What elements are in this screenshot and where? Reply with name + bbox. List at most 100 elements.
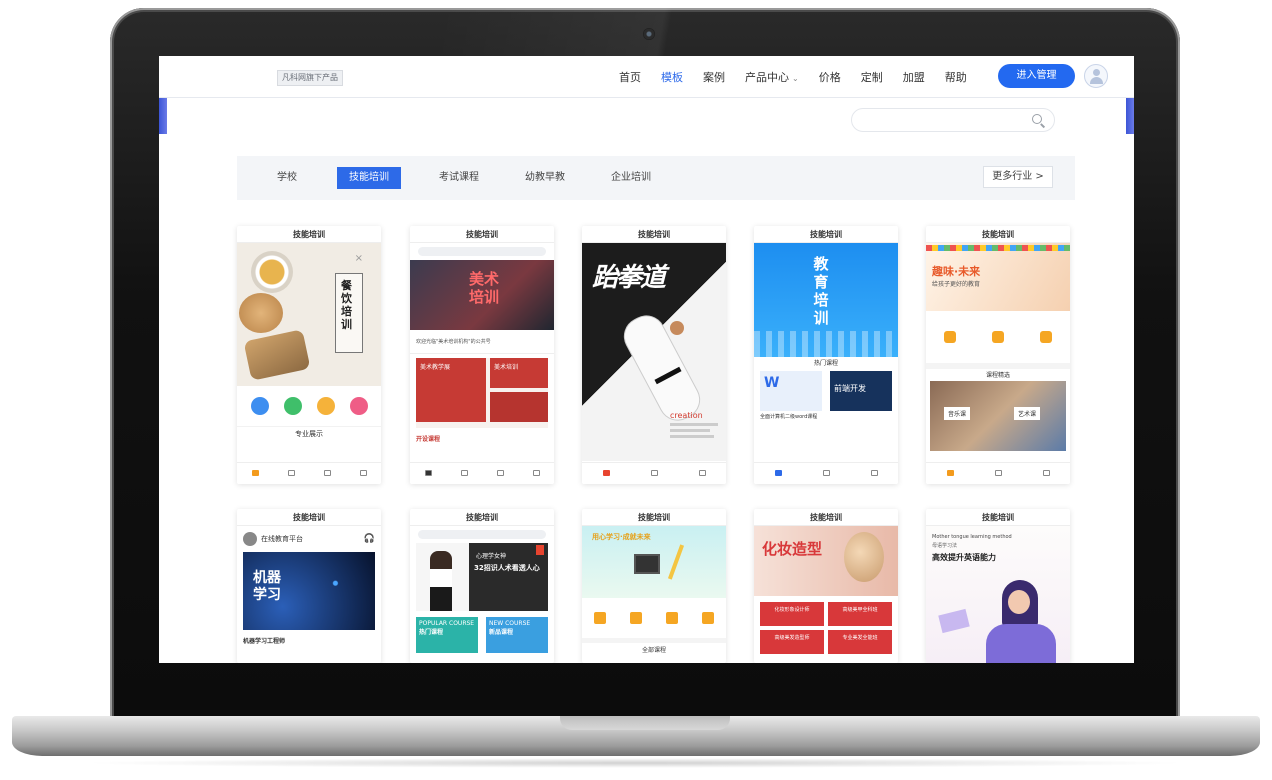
card-section-label: 专业展示 [237,426,381,440]
nav-custom[interactable]: 定制 [861,69,883,85]
card-preview-image: 餐饮培训 × [237,243,381,386]
card-icon-row [237,386,381,426]
card-block: POPULAR COURSE 热门课程 [416,617,478,653]
card-search-bar [418,530,546,539]
card-title: 技能培训 [754,509,898,526]
card-title: 技能培训 [582,509,726,526]
card-section-label: 全部课程 [582,638,726,654]
card-brand: creation [670,411,703,420]
card-headline: 美术培训 [468,270,499,306]
card-preview-image: 心理学女神 32招识人术看透人心 [416,543,548,611]
card-platform-name: 在线教育平台 [261,535,303,543]
card-title: 技能培训 [410,226,554,243]
card-title: 技能培训 [754,226,898,243]
nav-home[interactable]: 首页 [619,69,641,85]
card-title: 技能培训 [926,509,1070,526]
card-preview-image: 美术培训 [410,260,554,330]
card-subtitle: 母语学习法 [932,543,958,549]
side-accent-right [1126,98,1134,134]
card-icon-row [926,311,1070,363]
headset-icon: 🎧 [363,534,375,544]
card-block: NEW COURSE 新品课程 [486,617,548,653]
card-block: 艺术课 [1014,407,1041,420]
card-icon-row [582,598,726,638]
nav-products-label: 产品中心 [745,71,789,84]
avatar [243,532,257,546]
card-notice: 欢迎光临"美术培训机构"的公共号 [410,330,554,354]
more-industries-button[interactable]: 更多行业 > [983,166,1053,188]
laptop-notch [560,716,730,730]
card-headline: 用心学习·成就未来 [592,533,651,541]
card-footer-label: 开设课程 [416,436,441,443]
laptop-mockup: 凡科网旗下产品 首页 模板 案例 产品中心 ⌄ 价格 定制 加盟 帮助 进入管理 … [0,0,1272,780]
card-block: 高级美甲全科班 [828,602,892,626]
avatar[interactable] [1084,64,1108,88]
card-block: 高级美发造型师 [760,630,824,654]
template-card[interactable]: 技能培训 化妆造型 化妆形象设计师 高级美甲全科班 高级美发造型师 专业美发全能… [754,509,898,663]
camera-icon [643,28,655,40]
card-caption: 机器学习工程师 [243,638,286,645]
template-card[interactable]: 技能培训 在线教育平台 🎧 机器学习 机器学习工程师 [237,509,381,663]
nav-pricing[interactable]: 价格 [819,69,841,85]
card-headline: 教育培训 [813,255,829,327]
template-card[interactable]: 技能培训 教育培训 热门课程 W 前端开发 全面计算机二级word课程 [754,226,898,484]
category-early-education[interactable]: 幼教早教 [513,167,577,189]
card-block: 前端开发 [830,371,892,411]
close-icon: × [354,253,363,264]
enter-management-button[interactable]: 进入管理 [998,64,1075,88]
template-card[interactable]: 技能培训 美术培训 欢迎光临"美术培训机构"的公共号 美术教学展 美术培训 开设… [410,226,554,484]
card-block: 专业美发全能班 [828,630,892,654]
card-block: 化妆形象设计师 [760,602,824,626]
card-headline: 机器学习 [253,570,281,603]
nav-join[interactable]: 加盟 [903,69,925,85]
template-card[interactable]: 技能培训 Mother tongue learning method 母语学习法… [926,509,1070,663]
nav-help[interactable]: 帮助 [945,69,967,85]
category-exam-courses[interactable]: 考试课程 [427,167,491,189]
nav-products[interactable]: 产品中心 ⌄ [745,69,799,85]
search-input[interactable] [851,108,1055,132]
template-card[interactable]: 技能培训 跆拳道 creation [582,226,726,484]
card-search-bar [418,247,546,256]
category-school[interactable]: 学校 [265,167,309,189]
nav-cases[interactable]: 案例 [703,69,725,85]
chevron-down-icon: ⌄ [792,74,799,83]
card-preview-image: 用心学习·成就未来 [582,526,726,598]
card-tab-bar [410,462,554,484]
card-title: 技能培训 [926,226,1070,243]
card-preview-image: 趣味·未来 给孩子更好的教育 [926,243,1070,311]
card-caption: 全面计算机二级word课程 [760,414,818,420]
card-headline: 高效提升英语能力 [932,553,996,562]
side-accent-left [159,98,167,134]
card-preview-image: 跆拳道 creation [582,243,726,461]
card-tab-bar [926,462,1070,484]
top-navbar: 凡科网旗下产品 首页 模板 案例 产品中心 ⌄ 价格 定制 加盟 帮助 进入管理 [159,56,1134,98]
card-title: 技能培训 [582,226,726,243]
nav-templates[interactable]: 模板 [661,69,683,85]
card-block: 美术培训 [490,358,548,388]
card-teacher: 心理学女神 [476,553,507,560]
card-section-label: 热门课程 [813,360,838,367]
card-preview-image: 教育培训 [754,243,898,357]
card-headline: 化妆造型 [762,540,823,558]
card-subtitle: Mother tongue learning method [932,534,1012,540]
card-tab-bar [582,462,726,484]
card-block: 音乐课 [944,407,971,420]
card-title: 技能培训 [237,509,381,526]
card-headline: 跆拳道 [592,263,666,293]
card-preview-image: 机器学习 [243,552,375,630]
browser-screen: 凡科网旗下产品 首页 模板 案例 产品中心 ⌄ 价格 定制 加盟 帮助 进入管理 … [159,56,1134,663]
category-skill-training[interactable]: 技能培训 [337,167,401,189]
card-title: 技能培训 [237,226,381,243]
category-enterprise-training[interactable]: 企业培训 [599,167,663,189]
site-logo[interactable]: 凡科网旗下产品 [277,70,343,86]
card-subtitle: 给孩子更好的教育 [932,281,981,288]
search-icon[interactable] [1032,114,1042,124]
card-headline: 趣味·未来 [932,265,981,278]
template-card[interactable]: 技能培训 心理学女神 32招识人术看透人心 POPULAR COURSE 热门课程… [410,509,554,663]
category-bar: 学校 技能培训 考试课程 幼教早教 企业培训 更多行业 > [237,156,1075,200]
card-section-label: 课程精选 [926,363,1070,379]
card-tab-bar [754,462,898,484]
template-card[interactable]: 技能培训 用心学习·成就未来 全部课程 [582,509,726,663]
template-card[interactable]: 技能培训 餐饮培训 × 专业展示 [237,226,381,484]
template-card[interactable]: 技能培训 趣味·未来 给孩子更好的教育 课程精选 音乐课 艺术课 [926,226,1070,484]
